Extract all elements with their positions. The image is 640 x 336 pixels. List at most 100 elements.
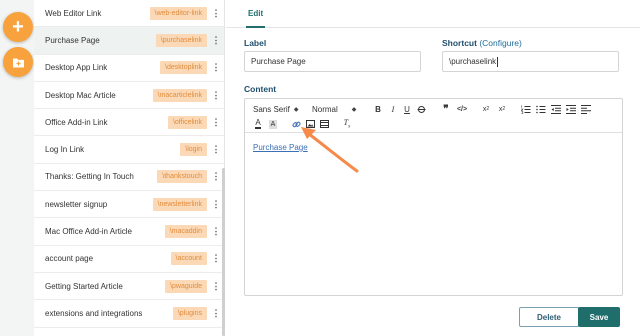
snippet-list: Web Editor Link \web-editor-link ⋮ Purchase…: [34, 0, 225, 336]
outdent-button[interactable]: [550, 103, 561, 115]
superscript-button[interactable]: x2: [496, 103, 508, 115]
tab-edit[interactable]: Edit: [246, 0, 266, 28]
outdent-icon: [550, 104, 561, 114]
background-color-button[interactable]: A: [268, 118, 278, 130]
strikethrough-button[interactable]: [416, 103, 426, 115]
snippet-list-item[interactable]: Purchase Page \purchaselink ⋮: [34, 27, 224, 55]
ordered-list-icon: [520, 105, 530, 114]
label-input[interactable]: Purchase Page: [244, 51, 421, 72]
shortcut-heading-text: Shortcut: [442, 38, 477, 48]
snippet-name: Office Add-in Link: [45, 117, 108, 127]
snippet-shortcut-badge: \macarticlelink: [152, 88, 207, 102]
label-input-value: Purchase Page: [251, 57, 306, 66]
configure-link[interactable]: (Configure): [479, 38, 522, 48]
more-options-icon[interactable]: ⋮: [211, 35, 221, 46]
snippet-list-item[interactable]: Mac Office Add-in Article \macaddin ⋮: [34, 218, 224, 246]
snippet-name: Desktop App Link: [45, 63, 108, 73]
snippet-name: Desktop Mac Article: [45, 90, 116, 100]
text-caret: [497, 56, 499, 67]
snippet-list-item[interactable]: Thanks: Getting In Touch \thankstouch ⋮: [34, 164, 224, 192]
indent-icon: [565, 104, 576, 114]
font-select-value: Sans Serif: [253, 104, 290, 114]
label-heading: Label: [244, 38, 267, 48]
bold-button[interactable]: B: [373, 103, 383, 115]
save-button[interactable]: Save: [578, 307, 620, 327]
underline-button[interactable]: U: [402, 103, 412, 115]
snippet-shortcut-badge: \newsletterlink: [152, 197, 207, 211]
snippet-name: extensions and integrations: [45, 308, 143, 318]
snippet-shortcut-badge: \macaddin: [164, 225, 207, 239]
shortcut-input[interactable]: \purchaselink: [442, 51, 619, 72]
more-options-icon[interactable]: ⋮: [211, 8, 221, 19]
bullet-list-icon: [535, 105, 545, 113]
image-button[interactable]: [305, 118, 315, 130]
add-folder-button[interactable]: [3, 47, 33, 77]
snippet-list-item[interactable]: Web Editor Link \web-editor-link ⋮: [34, 0, 224, 28]
snippet-list-item[interactable]: Getting Started Article \pwaguide ⋮: [34, 273, 224, 301]
more-options-icon[interactable]: ⋮: [211, 62, 221, 73]
editor-pane: Edit Label Purchase Page Shortcut (Confi…: [226, 0, 640, 336]
select-arrows-icon: ◆: [293, 106, 299, 113]
snippet-shortcut-badge: \desktoplink: [160, 61, 207, 75]
snippet-list-item[interactable]: extensions and integrations \plugins ⋮: [34, 300, 224, 328]
shortcut-input-value: \purchaselink: [449, 57, 497, 66]
italic-button[interactable]: I: [388, 103, 398, 115]
highlight-icon: A: [268, 119, 278, 129]
snippet-list-item[interactable]: newsletter signup \newsletterlink ⋮: [34, 191, 224, 219]
snippet-name: Web Editor Link: [45, 8, 102, 18]
size-select-value: Normal: [312, 104, 338, 114]
more-options-icon[interactable]: ⋮: [211, 226, 221, 237]
snippet-shortcut-badge: \plugins: [172, 306, 207, 320]
action-rail: +: [0, 0, 34, 336]
subscript-button[interactable]: x2: [480, 103, 492, 115]
align-button[interactable]: [580, 103, 591, 115]
snippet-name: Purchase Page: [45, 35, 100, 45]
font-select[interactable]: Sans Serif ◆: [253, 103, 299, 115]
more-options-icon[interactable]: ⋮: [211, 171, 221, 182]
snippet-shortcut-badge: \account: [170, 252, 207, 266]
snippet-list-item[interactable]: Desktop App Link \desktoplink ⋮: [34, 55, 224, 82]
snippet-list-item[interactable]: Office Add-in Link \officelink ⋮: [34, 109, 224, 137]
more-options-icon[interactable]: ⋮: [211, 199, 221, 210]
snippet-name: Log In Link: [45, 145, 85, 155]
ordered-list-button[interactable]: [520, 103, 531, 115]
more-options-icon[interactable]: ⋮: [211, 308, 221, 319]
select-arrows-icon: ◆: [351, 106, 357, 113]
editor-tabs: Edit: [226, 0, 640, 28]
content-link[interactable]: Purchase Page: [253, 143, 308, 152]
app-window: + Web Editor Link \web-editor-link ⋮ Purcha…: [0, 0, 640, 336]
snippet-shortcut-badge: \officelink: [167, 115, 207, 129]
bullet-list-button[interactable]: [535, 103, 546, 115]
snippet-name: Thanks: Getting In Touch: [45, 172, 134, 182]
blockquote-button[interactable]: ❞: [441, 103, 451, 115]
list-scrollbar[interactable]: [222, 168, 225, 336]
more-options-icon[interactable]: ⋮: [211, 281, 221, 292]
delete-button[interactable]: Delete: [519, 307, 579, 327]
link-button[interactable]: [291, 118, 301, 130]
clear-formatting-icon: Tx: [343, 118, 351, 130]
size-select[interactable]: Normal ◆: [312, 103, 356, 115]
snippet-shortcut-badge: \login: [180, 143, 207, 157]
snippet-list-item[interactable]: Log In Link \login ⋮: [34, 136, 224, 164]
more-options-icon[interactable]: ⋮: [211, 253, 221, 264]
clear-formatting-button[interactable]: Tx: [342, 118, 352, 130]
snippet-shortcut-badge: \purchaselink: [155, 33, 207, 47]
shortcut-heading: Shortcut (Configure): [442, 38, 522, 48]
snippet-list-item[interactable]: Desktop Mac Article \macarticlelink ⋮: [34, 82, 224, 110]
snippet-shortcut-badge: \thankstouch: [157, 170, 207, 184]
video-icon: [319, 120, 329, 128]
more-options-icon[interactable]: ⋮: [211, 144, 221, 155]
add-snippet-button[interactable]: +: [3, 12, 33, 42]
snippet-list-item[interactable]: account page \account ⋮: [34, 246, 224, 273]
text-color-button[interactable]: A: [253, 118, 263, 130]
snippet-name: Mac Office Add-in Article: [45, 227, 132, 237]
image-icon: [305, 120, 315, 128]
code-button[interactable]: </>: [456, 103, 468, 115]
link-icon: [292, 121, 300, 127]
snippet-name: newsletter signup: [45, 199, 108, 209]
content-editor[interactable]: Sans Serif ◆ Normal ◆ B I U ❞ </> x2 x2: [244, 98, 623, 296]
indent-button[interactable]: [565, 103, 576, 115]
more-options-icon[interactable]: ⋮: [211, 90, 221, 101]
video-button[interactable]: [319, 118, 329, 130]
more-options-icon[interactable]: ⋮: [211, 117, 221, 128]
